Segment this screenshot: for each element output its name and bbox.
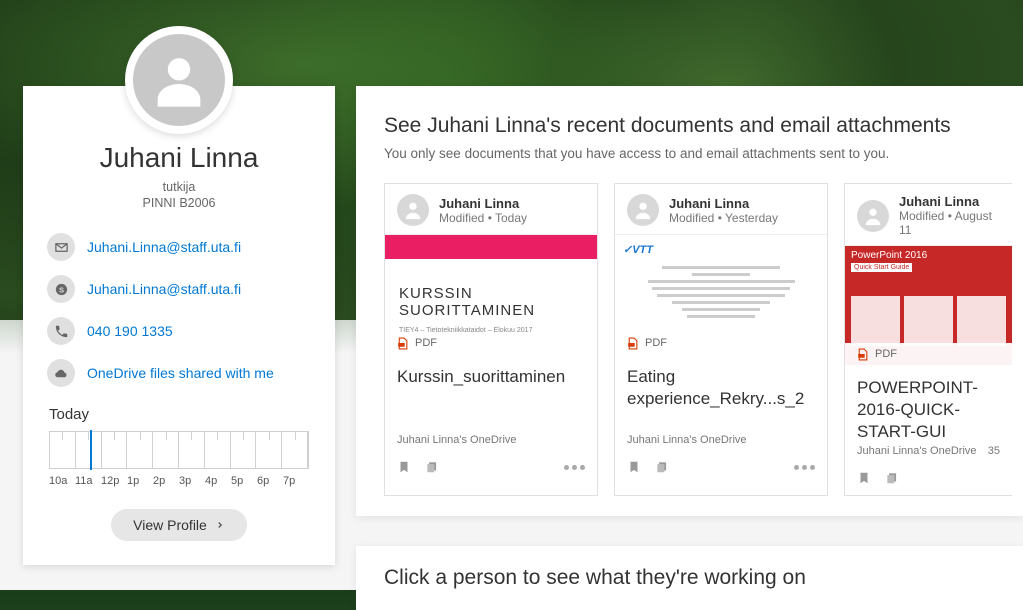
doc-preview: PowerPoint 2016 Quick Start Guide PDF	[845, 245, 1012, 365]
calendar-hour: 6p	[257, 475, 283, 487]
calendar-timeline[interactable]	[49, 431, 309, 469]
file-type-badge: PDF	[845, 343, 1012, 365]
contact-list: Juhani.Linna@staff.uta.fi S Juhani.Linna…	[23, 226, 335, 394]
calendar-today-label: Today	[23, 406, 335, 423]
recent-documents-panel: See Juhani Linna's recent documents and …	[356, 86, 1023, 516]
doc-title: Eating experience_Rekry...s_2	[615, 354, 827, 414]
calendar-hour: 12p	[101, 475, 127, 487]
pdf-icon	[395, 336, 409, 350]
cloud-icon	[47, 359, 75, 387]
profile-job-title: tutkija	[23, 180, 335, 194]
person-icon	[857, 200, 889, 232]
doc-author: Juhani Linna	[899, 194, 1000, 209]
doc-location: Juhani Linna's OneDrive	[857, 445, 977, 457]
calendar-hour: 11a	[75, 475, 101, 487]
calendar-hour: 5p	[231, 475, 257, 487]
people-panel: Click a person to see what they're worki…	[356, 546, 1023, 610]
document-card[interactable]: Juhani Linna Modified • Today TIEY4 – Ti…	[384, 183, 598, 496]
contact-phone[interactable]: 040 190 1335	[47, 310, 311, 352]
more-button[interactable]	[564, 465, 585, 470]
calendar-hour: 2p	[153, 475, 179, 487]
chevron-right-icon	[215, 520, 225, 530]
profile-card: Juhani Linna tutkija PINNI B2006 Juhani.…	[23, 86, 335, 565]
email-link: Juhani.Linna@staff.uta.fi	[87, 239, 241, 255]
bookmark-icon[interactable]	[627, 460, 641, 474]
calendar-hour: 7p	[283, 475, 309, 487]
calendar-hour: 1p	[127, 475, 153, 487]
contact-email[interactable]: Juhani.Linna@staff.uta.fi	[47, 226, 311, 268]
doc-author: Juhani Linna	[669, 196, 778, 211]
view-profile-button[interactable]: View Profile	[111, 509, 247, 541]
profile-name: Juhani Linna	[23, 142, 335, 174]
stack-icon[interactable]	[655, 460, 669, 474]
people-heading: Click a person to see what they're worki…	[384, 566, 995, 590]
phone-link: 040 190 1335	[87, 323, 173, 339]
calendar-hour: 10a	[49, 475, 75, 487]
doc-modified: Modified • August 11	[899, 209, 1000, 237]
calendar-hour: 4p	[205, 475, 231, 487]
stack-icon[interactable]	[885, 471, 899, 485]
person-icon	[133, 34, 225, 126]
document-cards-row: Juhani Linna Modified • Today TIEY4 – Ti…	[384, 183, 1005, 496]
phone-icon	[47, 317, 75, 345]
profile-location: PINNI B2006	[23, 196, 335, 210]
svg-text:S: S	[58, 285, 63, 294]
current-time-marker	[90, 430, 92, 470]
mail-icon	[47, 233, 75, 261]
doc-location: Juhani Linna's OneDrive	[627, 434, 747, 446]
doc-modified: Modified • Yesterday	[669, 211, 778, 225]
doc-preview: ✓VTT PDF	[615, 234, 827, 354]
bookmark-icon[interactable]	[397, 460, 411, 474]
pdf-icon	[625, 336, 639, 350]
onedrive-link: OneDrive files shared with me	[87, 365, 274, 381]
skype-icon: S	[47, 275, 75, 303]
doc-title: POWERPOINT-2016-QUICK-START-GUI	[845, 365, 1012, 425]
calendar-hour: 3p	[179, 475, 205, 487]
contact-onedrive[interactable]: OneDrive files shared with me	[47, 352, 311, 394]
doc-views: 35	[988, 445, 1000, 457]
bookmark-icon[interactable]	[857, 471, 871, 485]
vtt-logo: ✓VTT	[623, 243, 819, 256]
person-icon	[627, 194, 659, 226]
panel-heading: See Juhani Linna's recent documents and …	[384, 114, 1005, 138]
file-type-badge: PDF	[385, 332, 597, 354]
file-type-badge: PDF	[615, 332, 827, 354]
doc-author: Juhani Linna	[439, 196, 527, 211]
panel-subheading: You only see documents that you have acc…	[384, 146, 1005, 161]
view-profile-label: View Profile	[133, 517, 207, 533]
document-card[interactable]: Juhani Linna Modified • August 11 PowerP…	[844, 183, 1012, 496]
stack-icon[interactable]	[425, 460, 439, 474]
doc-location: Juhani Linna's OneDrive	[397, 434, 517, 446]
skype-link: Juhani.Linna@staff.uta.fi	[87, 281, 241, 297]
more-button[interactable]	[794, 465, 815, 470]
avatar[interactable]	[125, 26, 233, 134]
pdf-icon	[855, 347, 869, 361]
doc-title: Kurssin_suorittaminen	[385, 354, 597, 414]
doc-modified: Modified • Today	[439, 211, 527, 225]
contact-skype[interactable]: S Juhani.Linna@staff.uta.fi	[47, 268, 311, 310]
doc-preview: TIEY4 – Tietotekniikkataidot – Elokuu 20…	[385, 234, 597, 354]
document-card[interactable]: Juhani Linna Modified • Yesterday ✓VTT P…	[614, 183, 828, 496]
calendar-hour-labels: 10a11a12p1p2p3p4p5p6p7p	[49, 475, 309, 487]
person-icon	[397, 194, 429, 226]
